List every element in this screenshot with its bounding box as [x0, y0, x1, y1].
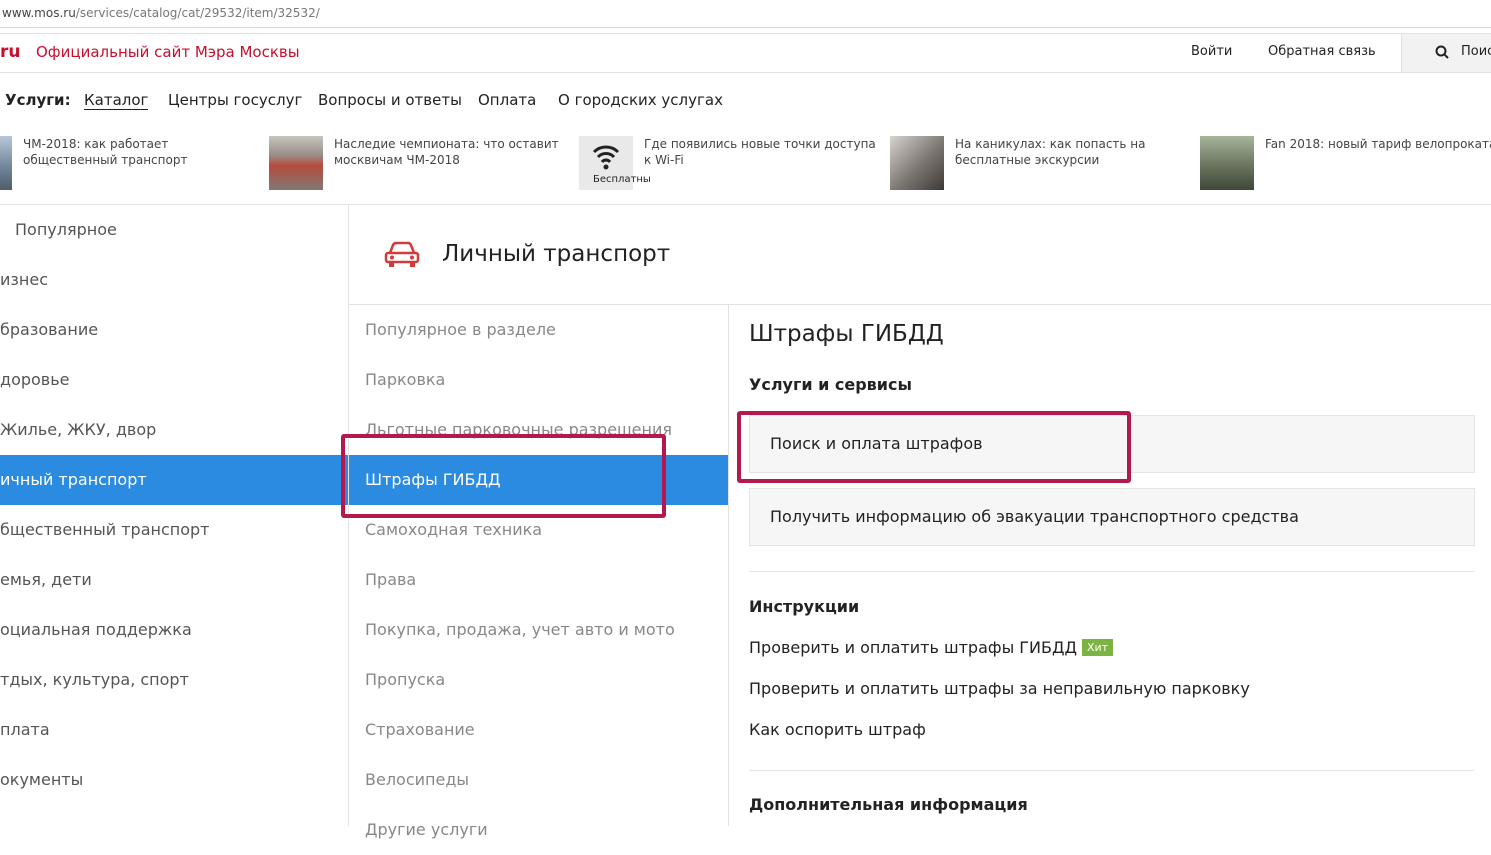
category-item[interactable]: емья, дети	[0, 555, 348, 605]
site-logo[interactable]: ru	[0, 42, 21, 62]
subcategory-list: Популярное в разделе Парковка Льготные п…	[349, 305, 729, 839]
category-item[interactable]: Жилье, ЖКУ, двор	[0, 405, 348, 455]
category-item[interactable]: Популярное	[0, 205, 348, 255]
nav-payment[interactable]: Оплата	[478, 91, 536, 109]
nav-catalog[interactable]: Каталог	[84, 91, 149, 110]
news-thumbnail	[1200, 136, 1254, 190]
category-list: Популярное изнес бразование доровье Жиль…	[0, 205, 349, 826]
category-item[interactable]: оциальная поддержка	[0, 605, 348, 655]
instruction-link[interactable]: Проверить и оплатить штрафы ГИБДД Хит	[749, 638, 1114, 657]
services-nav: Услуги: Каталог Центры госуслуг Вопросы …	[0, 72, 1491, 128]
car-icon	[384, 241, 420, 267]
category-item-active[interactable]: ичный транспорт	[0, 455, 348, 505]
news-thumbnail	[0, 136, 12, 190]
subcategory-item[interactable]: Права	[349, 555, 728, 605]
category-item[interactable]: окументы	[0, 755, 348, 805]
section-header: Личный транспорт	[349, 205, 1491, 305]
news-strip: ЧМ-2018: как работает общественный транс…	[0, 128, 1491, 205]
subcategory-item[interactable]: Велосипеды	[349, 755, 728, 805]
subcategory-item[interactable]: Страхование	[349, 705, 728, 755]
category-item[interactable]: тдых, культура, спорт	[0, 655, 348, 705]
subcategory-item[interactable]: Покупка, продажа, учет авто и мото	[349, 605, 728, 655]
instructions-heading: Инструкции	[749, 597, 860, 616]
divider	[749, 770, 1474, 771]
news-item[interactable]: На каникулах: как попасть на бесплатные …	[890, 136, 1190, 192]
instruction-link[interactable]: Как оспорить штраф	[749, 720, 926, 739]
subcategory-item[interactable]: Другие услуги	[349, 805, 728, 855]
subcategory-item[interactable]: Популярное в разделе	[349, 305, 728, 355]
news-title: ЧМ-2018: как работает общественный транс…	[23, 137, 188, 167]
thumb-caption: Бесплатны	[593, 174, 651, 185]
news-thumbnail	[890, 136, 944, 190]
category-item[interactable]: плата	[0, 705, 348, 755]
subcategory-item[interactable]: Парковка	[349, 355, 728, 405]
url-domain: www.mos.ru	[2, 6, 76, 20]
service-card-label: Получить информацию об эвакуации транспо…	[770, 507, 1299, 526]
search-icon	[1435, 45, 1449, 59]
news-thumbnail: Бесплатны	[579, 136, 651, 190]
news-item[interactable]: Бесплатны Где появились новые точки дост…	[579, 136, 879, 192]
news-title: На каникулах: как попасть на бесплатные …	[955, 137, 1146, 167]
news-title: Fan 2018: новый тариф велопроката	[1265, 137, 1491, 151]
divider	[749, 571, 1474, 572]
url-path: /services/catalog/cat/29532/item/32532/	[75, 6, 320, 20]
feedback-link[interactable]: Обратная связь	[1268, 44, 1376, 59]
news-item[interactable]: ЧМ-2018: как работает общественный транс…	[0, 136, 260, 192]
subcategory-item[interactable]: Пропуска	[349, 655, 728, 705]
highlight-annotation	[737, 411, 1131, 483]
hit-badge: Хит	[1081, 639, 1114, 656]
site-title[interactable]: Официальный сайт Мэра Москвы	[36, 43, 300, 61]
section-title: Личный транспорт	[442, 241, 671, 267]
news-item[interactable]: Fan 2018: новый тариф велопроката	[1200, 136, 1491, 192]
services-nav-label: Услуги:	[5, 91, 71, 109]
service-card-evacuation-info[interactable]: Получить информацию об эвакуации транспо…	[749, 488, 1475, 546]
instruction-link[interactable]: Проверить и оплатить штрафы за неправиль…	[749, 679, 1250, 698]
category-item[interactable]: доровье	[0, 355, 348, 405]
news-title: Где появились новые точки доступа к Wi-F…	[644, 137, 876, 167]
site-header: ru Официальный сайт Мэра Москвы Войти Об…	[0, 33, 1491, 73]
nav-faq[interactable]: Вопросы и ответы	[318, 91, 462, 109]
services-heading: Услуги и сервисы	[749, 375, 912, 394]
more-info-heading: Дополнительная информация	[749, 795, 1028, 814]
detail-panel: Штрафы ГИБДД Услуги и сервисы Поиск и оп…	[729, 305, 1491, 826]
nav-service-centers[interactable]: Центры госуслуг	[168, 91, 302, 109]
category-item[interactable]: бразование	[0, 305, 348, 355]
news-item[interactable]: Наследие чемпионата: что оставит москвич…	[269, 136, 569, 192]
news-title: Наследие чемпионата: что оставит москвич…	[334, 137, 559, 167]
login-link[interactable]: Войти	[1191, 44, 1232, 59]
address-bar[interactable]: www.mos.ru/services/catalog/cat/29532/it…	[0, 0, 1491, 28]
highlight-annotation	[341, 434, 666, 518]
category-item[interactable]: бщественный транспорт	[0, 505, 348, 555]
search-button[interactable]: Поис	[1401, 34, 1491, 72]
detail-title: Штрафы ГИБДД	[749, 321, 944, 347]
nav-about-services[interactable]: О городских услугах	[558, 91, 723, 109]
category-item[interactable]: изнес	[0, 255, 348, 305]
search-label: Поис	[1461, 44, 1491, 59]
news-thumbnail	[269, 136, 323, 190]
